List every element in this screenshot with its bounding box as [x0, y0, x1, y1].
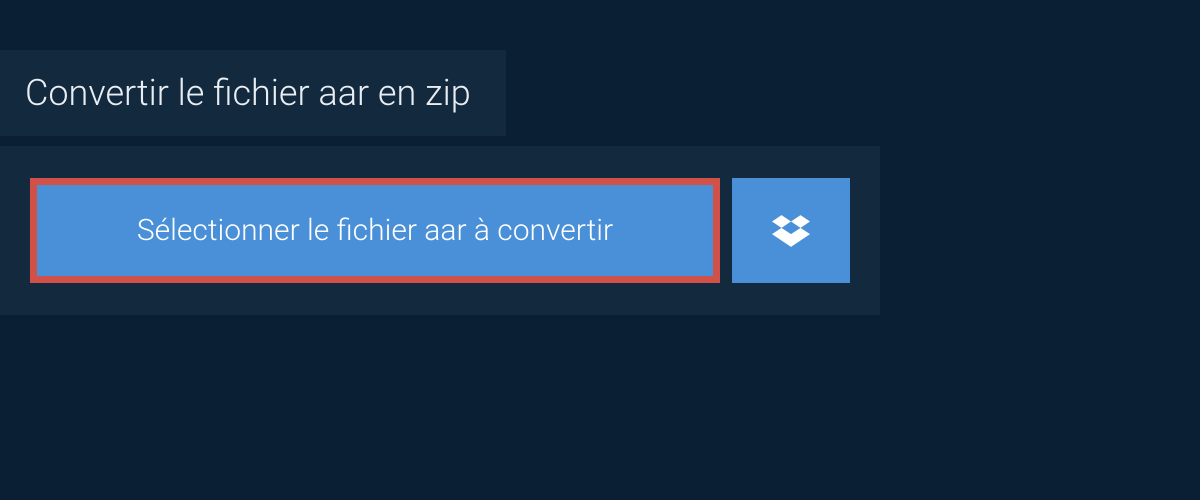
- button-row: Sélectionner le fichier aar à convertir: [30, 178, 850, 283]
- page-title: Convertir le fichier aar en zip: [25, 72, 471, 114]
- select-file-label: Sélectionner le fichier aar à convertir: [137, 213, 613, 248]
- dropbox-button[interactable]: [732, 178, 850, 283]
- dropbox-icon: [772, 212, 810, 250]
- select-file-button[interactable]: Sélectionner le fichier aar à convertir: [30, 178, 720, 283]
- upload-panel: Sélectionner le fichier aar à convertir: [0, 146, 880, 315]
- page-title-bar: Convertir le fichier aar en zip: [0, 50, 506, 136]
